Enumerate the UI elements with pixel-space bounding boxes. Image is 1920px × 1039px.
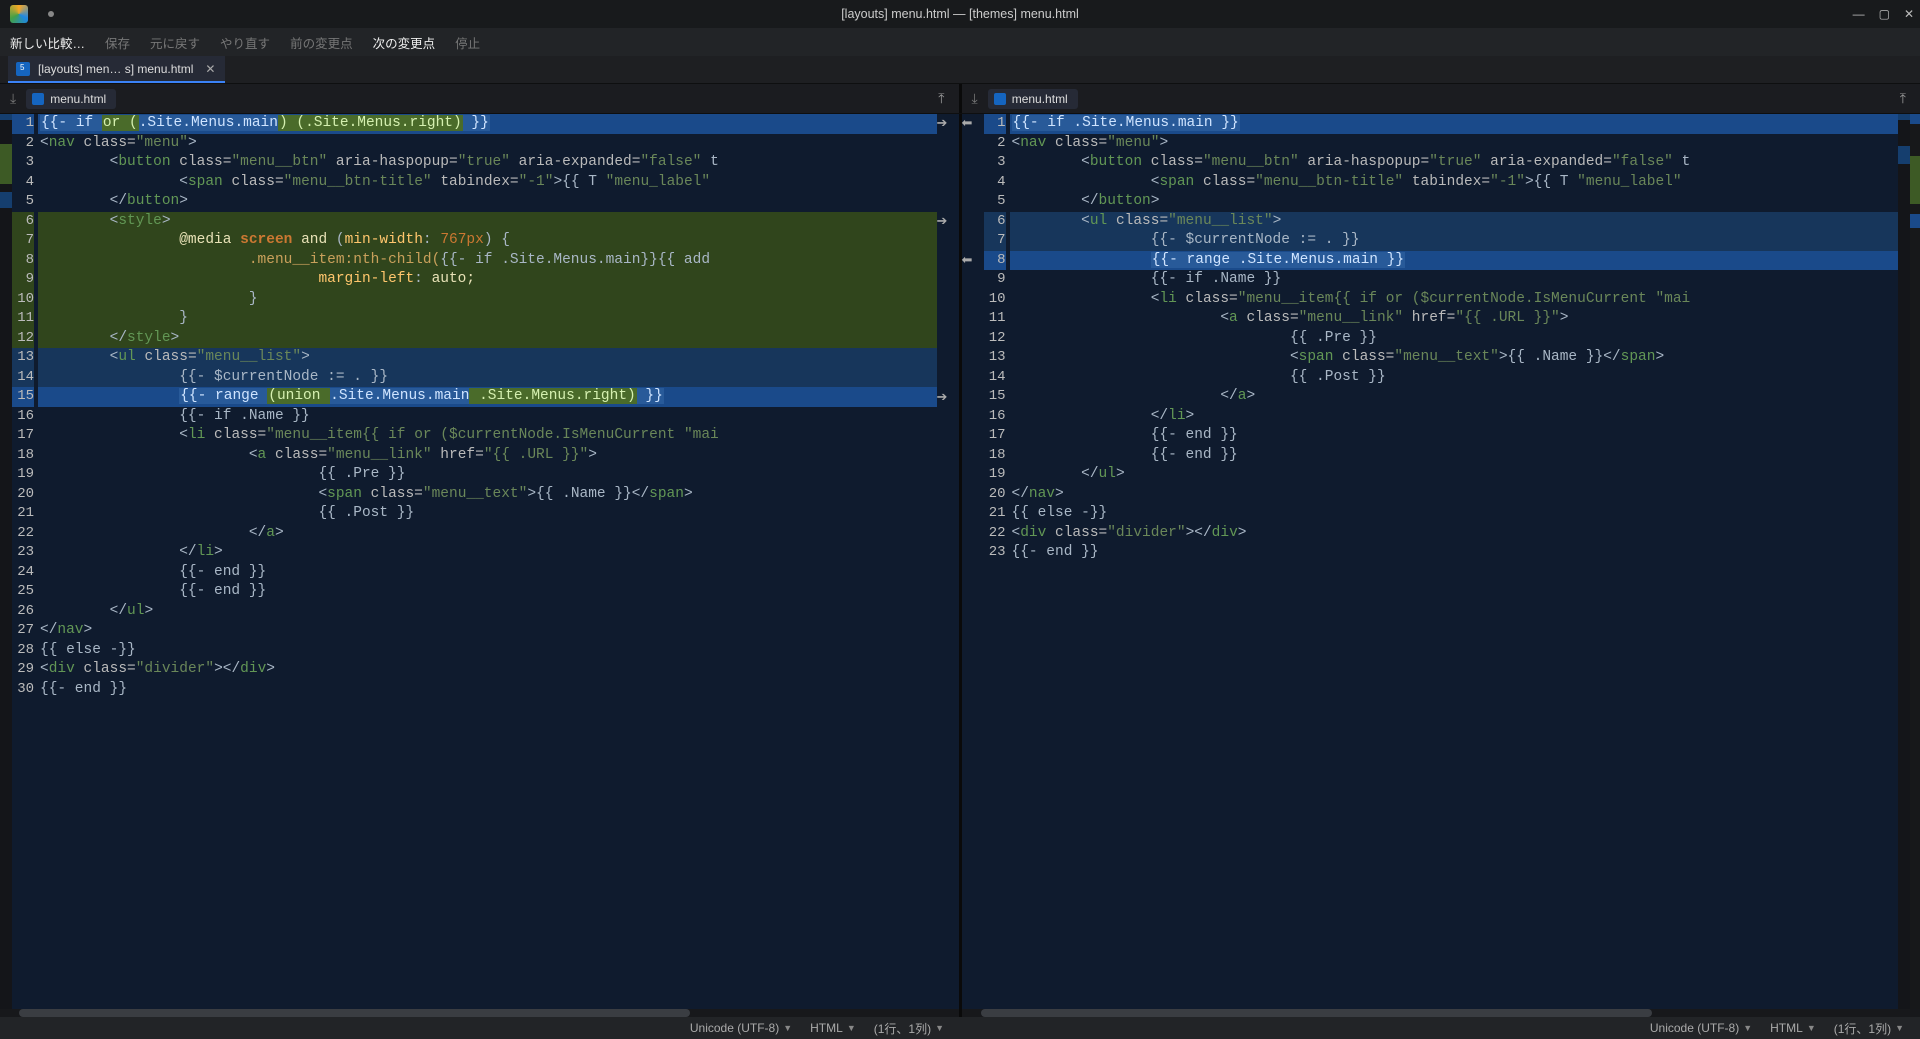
merge-right-icon[interactable]: ➔ — [937, 213, 948, 229]
minimize-button[interactable]: — — [1853, 7, 1865, 21]
right-status: Unicode (UTF-8)▼ HTML▼ (1行、1列)▼ — [960, 1017, 1920, 1039]
status-encoding[interactable]: Unicode (UTF-8)▼ — [690, 1021, 792, 1035]
right-pane: ⬅ ⬅ 123456789101112131415161718192021222… — [962, 114, 1920, 1009]
right-hscroll[interactable] — [962, 1009, 1920, 1017]
tab-close-icon[interactable]: ✕ — [205, 62, 215, 76]
merge-left-icon[interactable]: ⬅ — [962, 252, 973, 268]
toolbar-redo[interactable]: やり直す — [220, 33, 270, 52]
app-icon — [10, 5, 28, 23]
download-icon[interactable]: ⤓ — [972, 90, 978, 107]
html-file-icon — [994, 93, 1006, 105]
right-minimap[interactable] — [1898, 114, 1910, 1009]
merge-right-icon[interactable]: ➔ — [937, 115, 948, 131]
left-file-name: menu.html — [50, 92, 106, 106]
left-gutter: 1234567891011121314151617181920212223242… — [12, 114, 38, 1009]
merge-right-icon[interactable]: ➔ — [937, 389, 948, 405]
tabbar: [layouts] men… s] menu.html ✕ — [0, 56, 1920, 84]
upload-icon[interactable]: ⤒ — [938, 90, 944, 107]
hscroll-row — [0, 1009, 1920, 1017]
html-file-icon — [16, 62, 30, 76]
right-markers: ⬅ ⬅ — [962, 114, 984, 1009]
maximize-button[interactable]: ▢ — [1879, 7, 1890, 21]
html-file-icon — [32, 93, 44, 105]
toolbar-stop[interactable]: 停止 — [455, 33, 480, 52]
left-status: Unicode (UTF-8)▼ HTML▼ (1行、1列)▼ — [0, 1017, 960, 1039]
left-file-chip[interactable]: menu.html — [26, 89, 116, 109]
close-button[interactable]: ✕ — [1904, 7, 1914, 21]
tab-label: [layouts] men… s] menu.html — [38, 62, 193, 76]
toolbar-undo[interactable]: 元に戻す — [150, 33, 200, 52]
editor-row: 1234567891011121314151617181920212223242… — [0, 114, 1920, 1009]
tab-active[interactable]: [layouts] men… s] menu.html ✕ — [8, 56, 225, 83]
left-minimap[interactable] — [0, 114, 12, 1009]
merge-left-icon[interactable]: ⬅ — [962, 115, 973, 131]
toolbar-new-compare[interactable]: 新しい比較… — [10, 33, 85, 52]
status-encoding[interactable]: Unicode (UTF-8)▼ — [1650, 1021, 1752, 1035]
toolbar-prev-change[interactable]: 前の変更点 — [290, 33, 353, 52]
status-cursor[interactable]: (1行、1列)▼ — [874, 1020, 944, 1037]
left-pane-header: ⤓ menu.html ⤒ — [0, 84, 959, 113]
left-pane: 1234567891011121314151617181920212223242… — [0, 114, 959, 1009]
download-icon[interactable]: ⤓ — [10, 90, 16, 107]
right-pane-header: ⤓ menu.html ⤒ — [962, 84, 1920, 113]
left-markers: ➔ ➔ ➔ — [937, 114, 959, 1009]
status-language[interactable]: HTML▼ — [810, 1021, 856, 1035]
right-gutter: 1234567891011121314151617181920212223 — [984, 114, 1010, 1009]
traffic-dot — [48, 11, 54, 17]
pane-header-row: ⤓ menu.html ⤒ ⤓ menu.html ⤒ — [0, 84, 1920, 114]
upload-icon[interactable]: ⤒ — [1900, 90, 1906, 107]
right-file-chip[interactable]: menu.html — [988, 89, 1078, 109]
toolbar: 新しい比較… 保存 元に戻す やり直す 前の変更点 次の変更点 停止 — [0, 28, 1920, 56]
titlebar: [layouts] menu.html — [themes] menu.html… — [0, 0, 1920, 28]
toolbar-save[interactable]: 保存 — [105, 33, 130, 52]
left-hscroll[interactable] — [0, 1009, 959, 1017]
right-file-name: menu.html — [1012, 92, 1068, 106]
statusbar: Unicode (UTF-8)▼ HTML▼ (1行、1列)▼ Unicode … — [0, 1017, 1920, 1039]
status-language[interactable]: HTML▼ — [1770, 1021, 1816, 1035]
right-code[interactable]: {{- if .Site.Menus.main }}<nav class="me… — [1010, 114, 1899, 1009]
toolbar-next-change[interactable]: 次の変更点 — [373, 33, 436, 52]
left-code[interactable]: {{- if or (.Site.Menus.main) (.Site.Menu… — [38, 114, 937, 1009]
status-cursor[interactable]: (1行、1列)▼ — [1834, 1020, 1904, 1037]
window-title: [layouts] menu.html — [themes] menu.html — [0, 7, 1920, 21]
window-controls: — ▢ ✕ — [1853, 7, 1914, 21]
right-scroll-strip[interactable] — [1910, 114, 1920, 1009]
